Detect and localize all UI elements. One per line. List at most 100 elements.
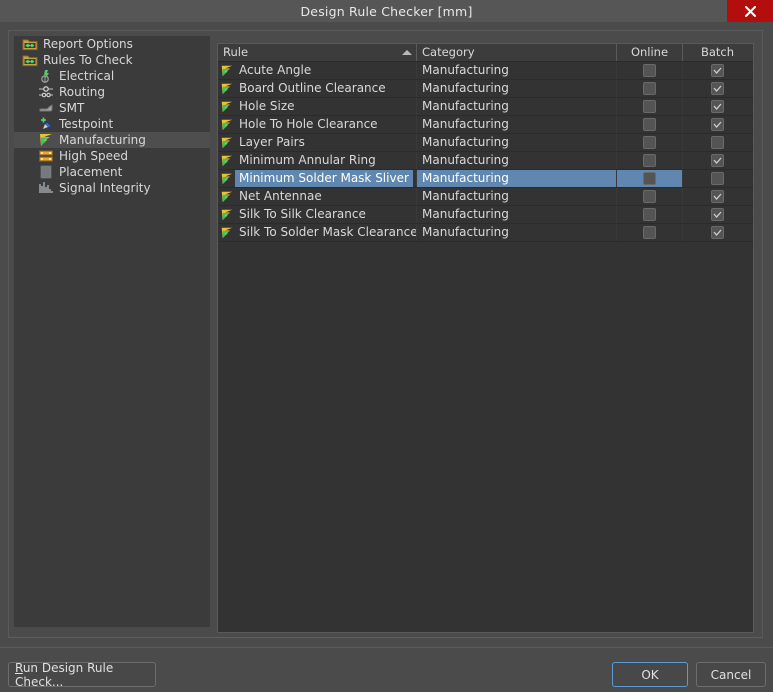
batch-checkbox[interactable] <box>711 226 724 239</box>
online-checkbox[interactable] <box>643 190 656 203</box>
table-row[interactable]: Layer PairsManufacturing <box>218 134 753 152</box>
cell-batch <box>682 152 752 169</box>
online-checkbox[interactable] <box>643 82 656 95</box>
folder-arrow-icon <box>22 52 38 68</box>
sort-ascending-icon <box>402 50 412 55</box>
close-button[interactable] <box>727 0 773 22</box>
batch-checkbox[interactable] <box>711 190 724 203</box>
cell-batch <box>682 206 752 223</box>
sidebar-item-high-speed[interactable]: High Speed <box>14 148 210 164</box>
sidebar-item-label: Signal Integrity <box>59 181 151 195</box>
sidebar-item-signal-integrity[interactable]: Signal Integrity <box>14 180 210 196</box>
rule-icon <box>219 99 235 115</box>
cell-online <box>616 206 682 223</box>
rule-name: Hole To Hole Clearance <box>235 116 382 133</box>
cancel-button[interactable]: Cancel <box>696 662 766 687</box>
rule-name: Silk To Solder Mask Clearance <box>235 224 416 241</box>
cell-rule: Hole Size <box>218 98 416 115</box>
folder-arrow-icon <box>22 36 38 52</box>
smt-icon <box>38 100 54 116</box>
cell-rule: Board Outline Clearance <box>218 80 416 97</box>
table-row[interactable]: Minimum Annular RingManufacturing <box>218 152 753 170</box>
column-header-rule[interactable]: Rule <box>218 44 416 61</box>
cell-rule: Hole To Hole Clearance <box>218 116 416 133</box>
online-checkbox[interactable] <box>643 208 656 221</box>
table-body[interactable]: Acute AngleManufacturingBoard Outline Cl… <box>218 62 753 242</box>
online-checkbox[interactable] <box>643 172 656 185</box>
cell-rule: Silk To Solder Mask Clearance <box>218 224 416 241</box>
sidebar-item-rules-to-check[interactable]: Rules To Check <box>14 52 210 68</box>
rule-icon <box>219 153 235 169</box>
table-row[interactable]: Silk To Solder Mask ClearanceManufacturi… <box>218 224 753 242</box>
cell-category: Manufacturing <box>416 188 616 205</box>
table-header-row: RuleCategoryOnline Batch <box>218 44 753 62</box>
sidebar-item-label: Placement <box>59 165 122 179</box>
sidebar-item-testpoint[interactable]: Testpoint <box>14 116 210 132</box>
table-row[interactable]: Hole SizeManufacturing <box>218 98 753 116</box>
rule-name: Layer Pairs <box>235 134 309 151</box>
cell-batch <box>682 116 752 133</box>
rule-icon <box>219 207 235 223</box>
table-row[interactable]: Hole To Hole ClearanceManufacturing <box>218 116 753 134</box>
online-checkbox[interactable] <box>643 118 656 131</box>
cell-rule: Layer Pairs <box>218 134 416 151</box>
batch-checkbox[interactable] <box>711 64 724 77</box>
table-row[interactable]: Silk To Silk ClearanceManufacturing <box>218 206 753 224</box>
cell-online <box>616 98 682 115</box>
rule-name: Acute Angle <box>235 62 315 79</box>
cell-online <box>616 134 682 151</box>
cell-category: Manufacturing <box>416 80 616 97</box>
batch-checkbox[interactable] <box>711 208 724 221</box>
online-checkbox[interactable] <box>643 64 656 77</box>
navigation-tree[interactable]: Report OptionsRules To CheckElectricalRo… <box>14 36 210 627</box>
ok-button-label: OK <box>641 668 658 682</box>
rule-icon <box>219 63 235 79</box>
rule-name: Minimum Solder Mask Sliver <box>235 170 413 187</box>
cell-online <box>616 80 682 97</box>
online-checkbox[interactable] <box>643 136 656 149</box>
batch-checkbox[interactable] <box>711 136 724 149</box>
column-header-category[interactable]: Category <box>416 44 616 61</box>
column-header-label: Batch <box>701 45 734 59</box>
sidebar-item-label: Report Options <box>43 37 133 51</box>
batch-checkbox[interactable] <box>711 118 724 131</box>
column-header-online[interactable]: Online <box>616 44 682 61</box>
rule-name: Hole Size <box>235 98 299 115</box>
cell-batch <box>682 170 752 187</box>
table-row[interactable]: Board Outline Clearance Manufacturing <box>218 80 753 98</box>
cell-rule: Minimum Annular Ring <box>218 152 416 169</box>
cell-online <box>616 224 682 241</box>
batch-checkbox[interactable] <box>711 82 724 95</box>
sidebar-item-smt[interactable]: SMT <box>14 100 210 116</box>
sidebar-item-label: SMT <box>59 101 84 115</box>
sidebar-item-electrical[interactable]: Electrical <box>14 68 210 84</box>
batch-checkbox[interactable] <box>711 172 724 185</box>
cell-online <box>616 188 682 205</box>
cell-batch <box>682 134 752 151</box>
cell-batch <box>682 80 752 97</box>
batch-checkbox[interactable] <box>711 100 724 113</box>
run-design-rule-check-button[interactable]: Run Design Rule Check... <box>8 662 156 687</box>
online-checkbox[interactable] <box>643 226 656 239</box>
online-checkbox[interactable] <box>643 154 656 167</box>
table-row[interactable]: Acute Angle Manufacturing <box>218 62 753 80</box>
table-row[interactable]: Minimum Solder Mask SliverManufacturing <box>218 170 753 188</box>
sidebar-item-routing[interactable]: Routing <box>14 84 210 100</box>
rule-icon <box>219 81 235 97</box>
sidebar-item-label: High Speed <box>59 149 128 163</box>
sidebar-item-report-options[interactable]: Report Options <box>14 36 210 52</box>
sidebar-item-label: Testpoint <box>59 117 113 131</box>
sidebar-item-label: Electrical <box>59 69 114 83</box>
rule-icon <box>219 171 235 187</box>
sidebar-item-placement[interactable]: Placement <box>14 164 210 180</box>
column-header-batch[interactable]: Batch <box>682 44 752 61</box>
cell-category: Manufacturing <box>416 62 616 79</box>
online-checkbox[interactable] <box>643 100 656 113</box>
batch-checkbox[interactable] <box>711 154 724 167</box>
rule-name: Board Outline Clearance <box>235 80 390 97</box>
table-row[interactable]: Net AntennaeManufacturing <box>218 188 753 206</box>
placement-icon <box>38 164 54 180</box>
rule-icon <box>219 189 235 205</box>
sidebar-item-manufacturing[interactable]: Manufacturing <box>14 132 210 148</box>
ok-button[interactable]: OK <box>612 662 688 687</box>
